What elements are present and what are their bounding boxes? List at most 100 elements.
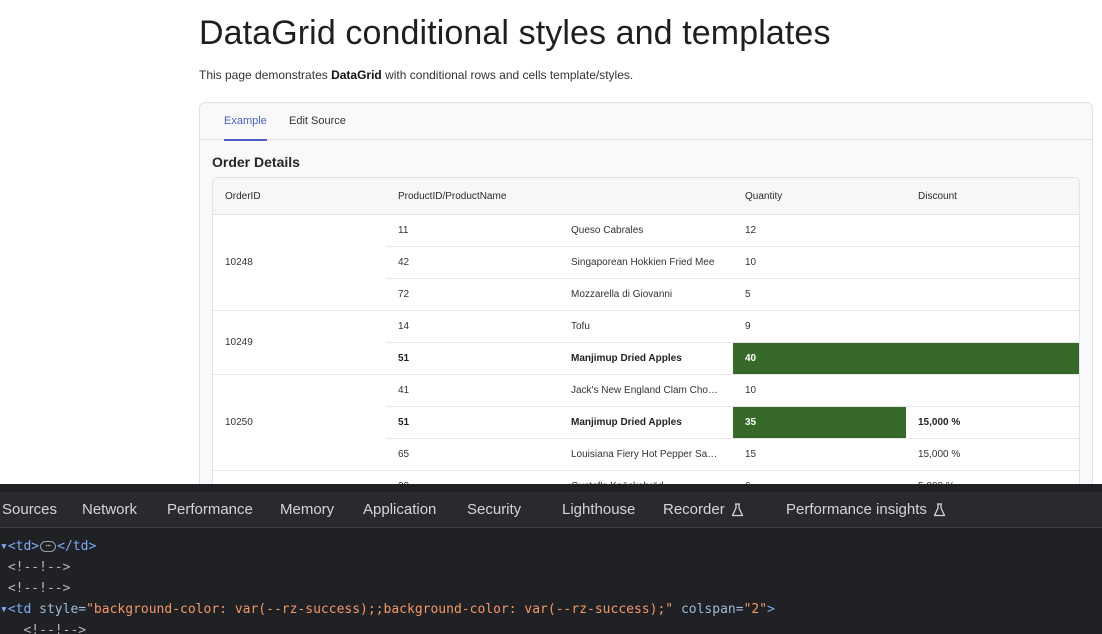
product-id-cell: 51 [398, 417, 410, 428]
devtools-elements-tree: ▾<td> ⋯ </td> <!--!--> <!--!--> ▾<td style… [0, 536, 1102, 634]
devtools-tab-lighthouse[interactable]: Lighthouse [562, 492, 635, 528]
column-header-discount[interactable]: Discount [918, 178, 957, 215]
devtools-tab-label: Recorder [663, 501, 725, 518]
code-line-comment[interactable]: <!--!--> [0, 620, 1102, 634]
product-name-cell: Jack's New England Clam Chowder [571, 385, 721, 396]
td-style-open-tag: <td [7, 602, 32, 617]
devtools-tab-label: Lighthouse [562, 501, 636, 518]
devtools-tab-sources[interactable]: Sources [2, 492, 57, 528]
table-row[interactable]: 51 Manjimup Dried Apples 40 [386, 343, 1079, 375]
devtools-tab-security[interactable]: Security [467, 492, 521, 528]
devtools-tab-recorder[interactable]: Recorder [663, 492, 744, 528]
discount-cell [906, 215, 1079, 246]
description-prefix: This page demonstrates [199, 68, 332, 82]
style-attribute-name: style [39, 602, 79, 617]
order-id-cell: 10248 [213, 215, 386, 311]
quantity-cell: 35 [733, 407, 906, 438]
devtools-tab-label: Performance [167, 501, 253, 518]
discount-cell: 15,000 % [918, 449, 961, 460]
devtools-tab-label: Application [363, 501, 437, 518]
product-id-cell: 72 [398, 289, 410, 300]
product-name-cell: Gustaf's Knäckebröd [571, 471, 721, 484]
product-id-cell: 11 [398, 225, 409, 236]
tag-end: > [767, 602, 775, 617]
table-row[interactable]: 42 Singaporean Hokkien Fried Mee 10 [386, 247, 1079, 279]
quantity-cell: 6 [733, 471, 906, 484]
product-name-cell: Louisiana Fiery Hot Pepper Sauce [571, 449, 721, 460]
experiment-flask-icon [731, 503, 743, 517]
discount-cell [906, 375, 1079, 406]
td-open-tag: <td> [7, 539, 40, 554]
example-tabs: Example Edit Source [200, 103, 1092, 141]
quantity-cell: 12 [745, 225, 757, 236]
style-attribute-value: "background-color: var(--rz-success);;ba… [86, 602, 674, 617]
column-header-orderid[interactable]: OrderID [225, 178, 261, 215]
description-suffix: with conditional rows and cells template… [381, 68, 634, 82]
product-id-cell: 65 [398, 449, 410, 460]
comment-node: <!--!--> [23, 623, 87, 634]
colspan-attribute-name: colspan [680, 602, 736, 617]
comment-node: <!--!--> [7, 560, 71, 575]
product-name-cell: Manjimup Dried Apples [571, 417, 682, 428]
table-row[interactable]: 51 Manjimup Dried Apples 35 15,000 % [386, 407, 1079, 439]
page-description: This page demonstrates DataGrid with con… [199, 68, 633, 82]
column-header-quantity[interactable]: Quantity [745, 178, 782, 215]
discount-cell [906, 279, 1079, 310]
code-line-comment[interactable]: <!--!--> [0, 557, 1102, 578]
product-id-cell: 42 [398, 257, 410, 268]
table-row[interactable]: 65 Louisiana Fiery Hot Pepper Sauce 15 15,0… [386, 439, 1079, 471]
product-name-cell: Mozzarella di Giovanni [571, 289, 673, 300]
discount-cell [906, 311, 1079, 342]
grid-header: OrderID ProductID/ProductName Quantity D… [213, 178, 1079, 215]
example-card: Example Edit Source Order Details OrderI… [199, 102, 1093, 484]
devtools-tab-label: Network [82, 501, 138, 518]
discount-cell: 5,000 % [906, 471, 1079, 484]
code-line-td[interactable]: ▾<td> ⋯ </td> [0, 536, 1102, 557]
quantity-cell: 9 [745, 321, 751, 332]
devtools-tab-label: Sources [2, 501, 58, 518]
discount-cell: 15,000 % [918, 417, 961, 428]
quantity-cell: 10 [745, 385, 757, 396]
table-row[interactable]: 41 Jack's New England Clam Chowder 10 [386, 375, 1079, 407]
table-row[interactable]: 11 Queso Cabrales 12 [386, 215, 1079, 247]
experiment-flask-icon [933, 503, 946, 517]
quantity-cell: 10 [745, 257, 757, 268]
order-id-cell [213, 471, 386, 484]
product-name-cell: Tofu [571, 321, 590, 332]
quantity-cell: 15 [745, 449, 757, 460]
quantity-cell-colspan: 40 [733, 343, 1079, 374]
quantity-cell: 5 [745, 289, 751, 300]
product-id-cell: 51 [398, 353, 410, 364]
table-row[interactable]: 14 Tofu 9 [386, 311, 1079, 343]
devtools-tabbar: Sources Network Performance Memory Applicati… [0, 492, 1102, 528]
product-name-cell: Singaporean Hokkien Fried Mee [571, 257, 715, 268]
ellipsis-icon[interactable]: ⋯ [40, 541, 57, 552]
order-id-cell: 10250 [213, 375, 386, 471]
tab-edit-source[interactable]: Edit Source [289, 103, 346, 140]
description-bold: DataGrid [331, 68, 382, 82]
table-row[interactable]: 22 Gustaf's Knäckebröd 65,000 % [386, 471, 1079, 484]
code-line-td-style[interactable]: ▾<td style="background-color: var(--rz-s… [0, 599, 1102, 620]
devtools-tab-performance[interactable]: Performance [167, 492, 253, 528]
discount-cell [906, 247, 1079, 278]
devtools-tab-network[interactable]: Network [82, 492, 137, 528]
table-row[interactable]: 72 Mozzarella di Giovanni 5 [386, 279, 1079, 311]
product-name-cell: Manjimup Dried Apples [571, 353, 682, 364]
devtools-tab-application[interactable]: Application [363, 492, 436, 528]
comment-node: <!--!--> [7, 581, 71, 596]
order-details-grid: OrderID ProductID/ProductName Quantity D… [212, 177, 1080, 484]
product-name-cell: Queso Cabrales [571, 225, 644, 236]
devtools-tab-label: Performance insights [786, 501, 927, 518]
product-id-cell: 41 [398, 385, 410, 396]
code-line-comment[interactable]: <!--!--> [0, 578, 1102, 599]
colspan-attribute-value: "2" [743, 602, 768, 617]
devtools-tab-label: Security [467, 501, 522, 518]
devtools-tab-performance-insights[interactable]: Performance insights [786, 492, 946, 528]
page-title: DataGrid conditional styles and template… [199, 14, 831, 52]
devtools-panel: Sources Network Performance Memory Applicati… [0, 484, 1102, 634]
devtools-tab-memory[interactable]: Memory [280, 492, 334, 528]
devtools-tab-label: Memory [280, 501, 335, 518]
column-header-product[interactable]: ProductID/ProductName [398, 178, 506, 215]
product-id-cell: 14 [398, 321, 410, 332]
tab-example[interactable]: Example [224, 103, 267, 141]
